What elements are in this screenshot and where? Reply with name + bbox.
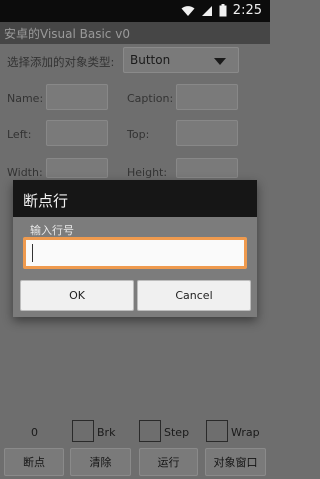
- dropdown-arrow-icon: [214, 58, 226, 65]
- left-input[interactable]: [46, 120, 108, 146]
- breakpoint-dialog: 断点行 输入行号 OK Cancel: [13, 180, 257, 317]
- status-time: 2:25: [232, 3, 262, 18]
- wrap-label: Wrap: [231, 426, 260, 439]
- width-label: Width:: [7, 166, 43, 179]
- object-window-button[interactable]: 对象窗口: [205, 448, 266, 476]
- text-caret: [32, 244, 33, 262]
- cancel-button[interactable]: Cancel: [137, 280, 251, 311]
- status-icons: 2:25: [181, 3, 262, 18]
- battery-icon: [219, 4, 227, 17]
- object-type-label: 选择添加的对象类型:: [7, 55, 115, 69]
- height-label: Height:: [127, 166, 168, 179]
- breakpoint-button[interactable]: 断点: [4, 448, 64, 476]
- top-input[interactable]: [176, 120, 238, 146]
- debug-options-row: 0 Brk Step Wrap: [0, 420, 270, 444]
- left-label: Left:: [7, 128, 32, 141]
- clear-button[interactable]: 清除: [70, 448, 131, 476]
- ok-button[interactable]: OK: [20, 280, 134, 311]
- line-number-input[interactable]: [26, 240, 244, 266]
- step-checkbox[interactable]: [139, 420, 161, 442]
- name-label: Name:: [7, 92, 44, 105]
- app-title-bar: 安卓的Visual Basic v0: [0, 22, 270, 44]
- line-number-label: 输入行号: [30, 224, 74, 237]
- brk-checkbox[interactable]: [72, 420, 94, 442]
- run-button[interactable]: 运行: [139, 448, 198, 476]
- line-counter: 0: [31, 426, 38, 439]
- caption-label: Caption:: [127, 92, 174, 105]
- line-number-field[interactable]: [23, 237, 247, 269]
- top-label: Top:: [127, 128, 150, 141]
- status-bar: 2:25: [0, 0, 270, 22]
- signal-icon: [201, 5, 213, 17]
- bottom-toolbar: 断点 清除 运行 对象窗口: [0, 448, 270, 478]
- wrap-checkbox[interactable]: [206, 420, 228, 442]
- brk-label: Brk: [97, 426, 116, 439]
- dialog-title: 断点行: [23, 192, 69, 210]
- object-type-value: Button: [130, 53, 171, 67]
- step-label: Step: [164, 426, 190, 439]
- dialog-body: 输入行号 OK Cancel: [13, 217, 257, 317]
- wifi-icon: [181, 5, 195, 17]
- caption-input[interactable]: [176, 84, 238, 110]
- object-type-select[interactable]: Button: [123, 47, 239, 73]
- name-input[interactable]: [46, 84, 108, 110]
- app-title: 安卓的Visual Basic v0: [4, 27, 130, 41]
- width-input[interactable]: [46, 158, 108, 178]
- height-input[interactable]: [176, 158, 238, 178]
